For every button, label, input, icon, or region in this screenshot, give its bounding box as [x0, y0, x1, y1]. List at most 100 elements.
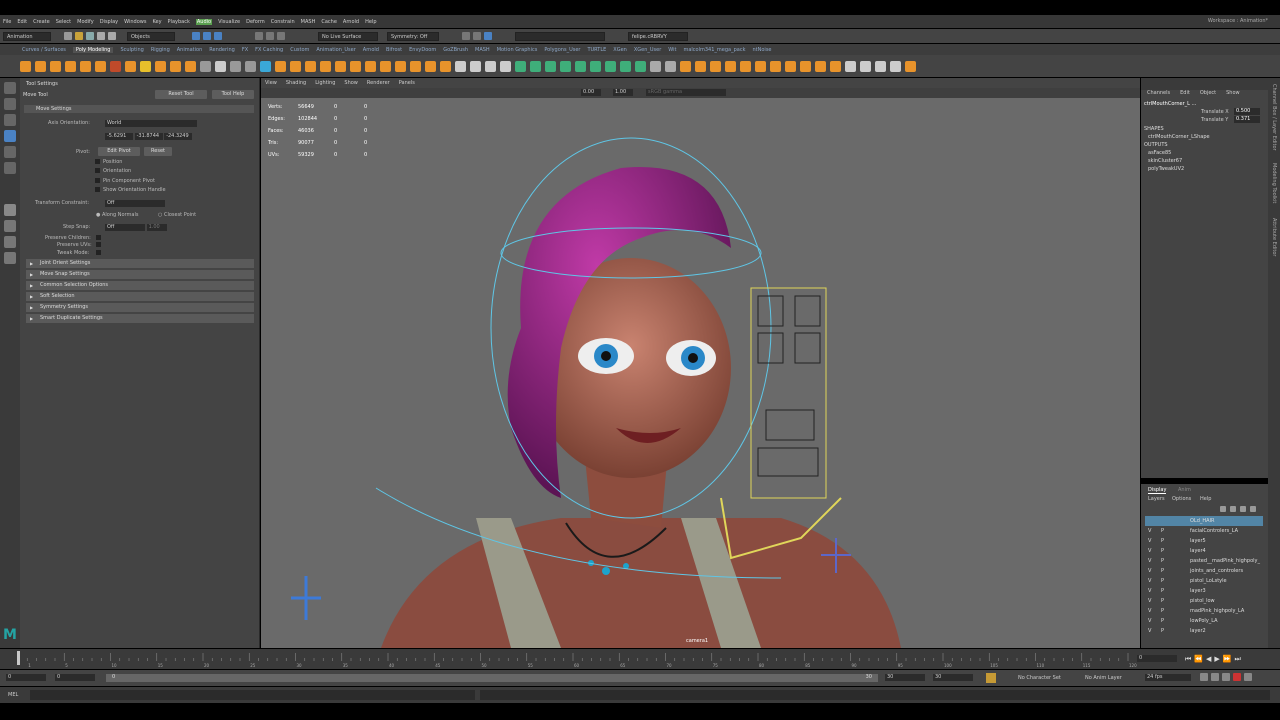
shelf-tab-arnold[interactable]: Arnold — [363, 47, 379, 53]
menu-deform[interactable]: Deform — [246, 19, 265, 25]
shelf-tab-envydoom[interactable]: EnvyDoom — [409, 47, 436, 53]
move-tool-icon[interactable] — [4, 130, 16, 142]
edit-pivot-button[interactable]: Edit Pivot — [98, 147, 140, 156]
command-input[interactable] — [30, 690, 475, 700]
layer-visibility-toggle[interactable]: V — [1148, 546, 1151, 556]
shelf-tool-icon[interactable] — [335, 60, 346, 72]
translate-x-field[interactable]: 0.500 — [1234, 108, 1260, 115]
menu-create[interactable]: Create — [33, 19, 50, 25]
go-to-end-icon[interactable]: ⏭ — [1235, 655, 1241, 664]
joint-orient-settings-section[interactable]: Joint Orient Settings — [26, 259, 254, 268]
shelf-tab-xgen-user[interactable]: XGen_User — [634, 47, 661, 53]
layer-visibility-toggle[interactable]: V — [1148, 556, 1151, 566]
layout-two-icon[interactable] — [4, 236, 16, 248]
shelf-tab-mash[interactable]: MASH — [475, 47, 490, 53]
shelf-tool-icon[interactable] — [410, 60, 421, 72]
shelf-tool-icon[interactable] — [635, 60, 646, 72]
channel-menu-edit[interactable]: Edit — [1180, 90, 1190, 98]
layer-visibility-toggle[interactable]: V — [1148, 576, 1151, 586]
shelf-tab-rendering[interactable]: Rendering — [209, 47, 235, 53]
layer-name[interactable]: pistol_low — [1190, 596, 1215, 606]
layer-name[interactable]: layer3 — [1190, 586, 1206, 596]
workspace-selector[interactable]: Workspace : Animation* — [1208, 18, 1268, 24]
layer-row[interactable]: V Player4 — [1145, 546, 1263, 556]
shelf-tool-icon[interactable] — [230, 60, 241, 72]
shelf-tool-icon[interactable] — [440, 60, 451, 72]
shelf-tool-icon[interactable] — [860, 60, 871, 72]
character-render[interactable]: camera1 — [261, 98, 1140, 648]
shape-node[interactable]: ctrlMouthCorner_LShape — [1148, 134, 1210, 140]
tab-anim[interactable]: Anim — [1178, 487, 1191, 493]
layer-playback-toggle[interactable]: P — [1161, 536, 1164, 546]
layer-down-icon[interactable] — [1230, 506, 1236, 512]
shelf-tab-sculpting[interactable]: Sculpting — [120, 47, 143, 53]
ipr-render-icon[interactable] — [473, 32, 481, 40]
shelf-tool-icon[interactable] — [740, 60, 751, 72]
shelf-tool-icon[interactable] — [140, 60, 151, 72]
xyz-field[interactable] — [515, 31, 605, 41]
select-object-icon[interactable] — [203, 32, 211, 40]
shelf-tool-icon[interactable] — [785, 60, 796, 72]
select-hierarchy-icon[interactable] — [192, 32, 200, 40]
menu-audio[interactable]: Audio — [195, 18, 213, 25]
channel-menu-show[interactable]: Show — [1226, 90, 1240, 98]
layer-visibility-toggle[interactable]: V — [1148, 526, 1151, 536]
shelf-tool-icon[interactable] — [560, 60, 571, 72]
viewport-menu-panels[interactable]: Panels — [399, 80, 415, 86]
step-back-key-icon[interactable]: ◀ — [1206, 655, 1211, 664]
pin-component-pivot-checkbox[interactable] — [95, 178, 100, 183]
lasso-tool-icon[interactable] — [4, 98, 16, 110]
step-snap-amount[interactable]: 1.00 — [146, 224, 167, 231]
viewport-panel[interactable]: View Shading Lighting Show Renderer Panels 0.… — [261, 78, 1140, 648]
menu-cache[interactable]: Cache — [321, 19, 337, 25]
shelf-tool-icon[interactable] — [725, 60, 736, 72]
layer-row[interactable]: V Ppasted__madPink_highpoly_ — [1145, 556, 1263, 566]
start-time-field[interactable]: 0 — [6, 674, 46, 681]
layer-row[interactable]: V Ppistol_LoLstyle — [1145, 576, 1263, 586]
menu-key[interactable]: Key — [152, 19, 161, 25]
shelf-tool-icon[interactable] — [245, 60, 256, 72]
shelf-tab-gozbrush[interactable]: GoZBrush — [443, 47, 468, 53]
shelf-tool-icon[interactable] — [350, 60, 361, 72]
shelf-tab-curves-surfaces[interactable]: Curves / Surfaces — [22, 47, 66, 53]
layer-name[interactable]: layer5 — [1190, 536, 1206, 546]
character-set-dropdown[interactable]: No Character Set — [1018, 675, 1061, 681]
playback-end-field[interactable]: 30 — [885, 674, 925, 681]
translate-y-field[interactable]: 0.371 — [1234, 116, 1260, 123]
layout-single-icon[interactable] — [4, 204, 16, 216]
shelf-tool-icon[interactable] — [290, 60, 301, 72]
select-component-icon[interactable] — [214, 32, 222, 40]
mouth-control-box[interactable] — [757, 447, 819, 477]
shelf-tool-icon[interactable] — [485, 60, 496, 72]
shelf-tool-icon[interactable] — [395, 60, 406, 72]
shelf-tool-icon[interactable] — [710, 60, 721, 72]
anim-layer-dropdown[interactable]: No Anim Layer — [1085, 675, 1122, 681]
shelf-tab-custom[interactable]: Custom — [290, 47, 309, 53]
time-slider[interactable]: 1 5 10 15 20 25 30 35 40 45 50 55 60 65 70 75 80 85 90 95 10… — [0, 649, 1280, 669]
menu-help[interactable]: Help — [365, 19, 376, 25]
save-scene-icon[interactable] — [86, 32, 94, 40]
eye-control-box[interactable] — [794, 332, 821, 364]
menu-windows[interactable]: Windows — [124, 19, 146, 25]
menu-arnold[interactable]: Arnold — [343, 19, 359, 25]
rotate-tool-icon[interactable] — [4, 146, 16, 158]
move-snap-settings-section[interactable]: Move Snap Settings — [26, 270, 254, 279]
menu-playback[interactable]: Playback — [168, 19, 190, 25]
layer-row[interactable]: V PlowPoly_LA — [1145, 616, 1263, 626]
new-layer-icon[interactable] — [1240, 506, 1246, 512]
snap-curve-icon[interactable] — [266, 32, 274, 40]
layer-playback-toggle[interactable]: P — [1161, 596, 1164, 606]
shelf-tool-icon[interactable] — [95, 60, 106, 72]
gamma-field[interactable]: 1.00 — [613, 89, 633, 96]
layer-visibility-toggle[interactable]: V — [1148, 566, 1151, 576]
user-account-dropdown[interactable]: felipe.cRBRVY — [628, 31, 688, 41]
layer-visibility-toggle[interactable]: V — [1148, 596, 1151, 606]
jaw-control-box[interactable] — [765, 409, 815, 441]
channel-menu-object[interactable]: Object — [1200, 90, 1216, 98]
current-time-marker[interactable] — [17, 651, 20, 665]
layer-playback-toggle[interactable]: P — [1161, 606, 1164, 616]
shelf-tab-motion-graphics[interactable]: Motion Graphics — [497, 47, 538, 53]
shelf-tool-icon[interactable] — [320, 60, 331, 72]
layer-playback-toggle[interactable]: P — [1161, 586, 1164, 596]
layer-playback-toggle[interactable]: P — [1161, 526, 1164, 536]
